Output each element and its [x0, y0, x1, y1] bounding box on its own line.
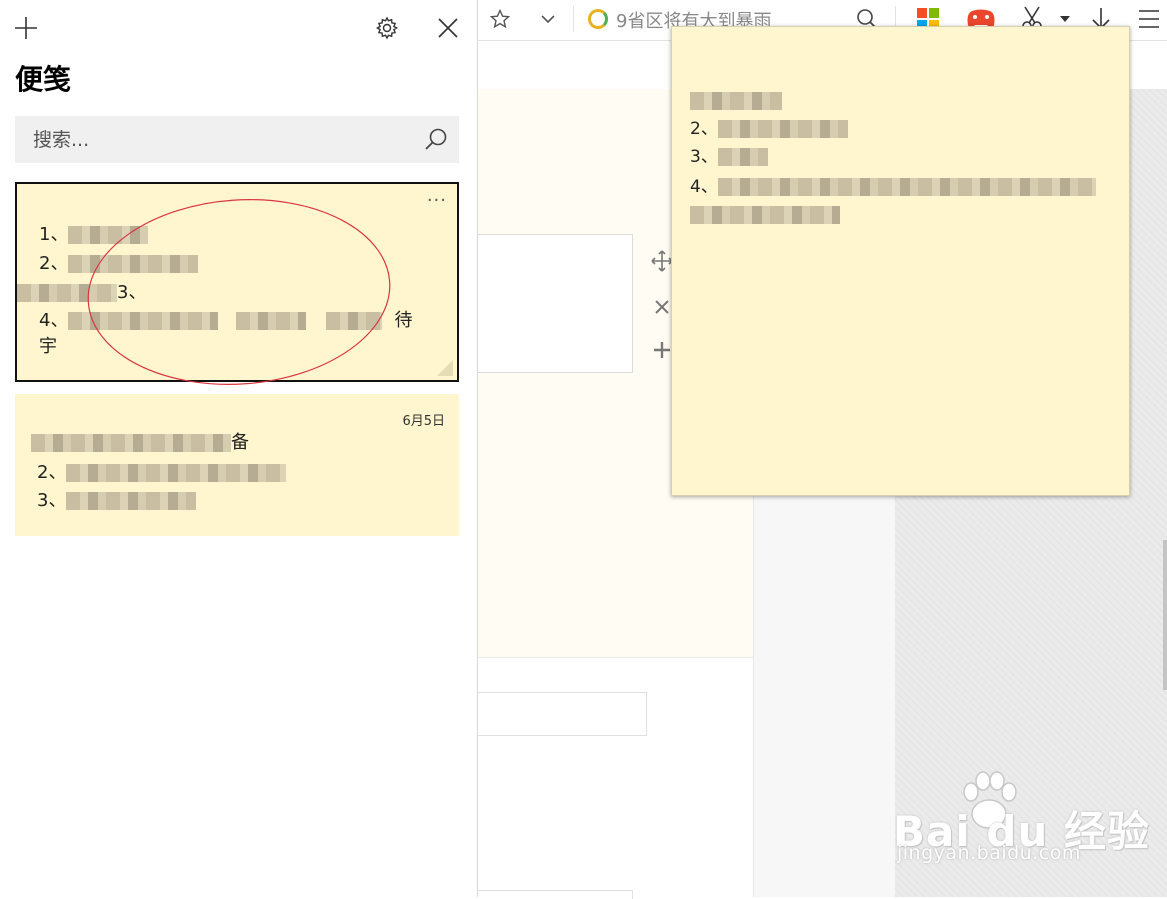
plus-icon[interactable]: [12, 14, 40, 42]
content-input[interactable]: [477, 692, 647, 736]
note-line: 2、: [37, 458, 287, 487]
watermark: Bai du 经验 jingyan.baidu.com: [893, 770, 1163, 870]
more-options-icon[interactable]: ···: [427, 192, 447, 210]
content-divider: [477, 657, 753, 658]
note-corner: [437, 360, 453, 376]
news-icon: [588, 9, 608, 29]
note-line: 3、: [690, 145, 768, 169]
sticky-note-card[interactable]: 6月5日 备 2、 3、: [15, 394, 459, 536]
content-card: [477, 890, 633, 899]
note-line: [690, 203, 840, 227]
search-input[interactable]: [15, 116, 433, 163]
gear-icon[interactable]: [372, 13, 402, 43]
close-icon[interactable]: [433, 13, 463, 43]
sticky-notes-panel: 便笺 ··· 1、 2、 3、 4、待 宇 6月5日 备 2、: [0, 0, 478, 897]
menu-icon[interactable]: [1137, 6, 1161, 32]
search-icon[interactable]: [423, 127, 449, 153]
search-bar: [15, 116, 459, 163]
annotation-circle: [87, 199, 391, 385]
move-icon[interactable]: [651, 250, 673, 278]
page-title: 便笺: [15, 63, 72, 96]
note-line: 4、: [690, 175, 1096, 199]
note-line: 宇: [39, 336, 57, 357]
delete-icon[interactable]: [651, 296, 673, 321]
chevron-down-icon[interactable]: [535, 6, 561, 32]
note-line: [690, 89, 782, 113]
content-card: [477, 234, 633, 373]
note-date: 6月5日: [402, 414, 445, 429]
scrollbar[interactable]: [1163, 540, 1167, 690]
note-line: 3、: [37, 486, 197, 515]
note-line: 2、: [690, 117, 848, 141]
note-line: 备: [31, 428, 249, 457]
add-icon[interactable]: [651, 340, 673, 366]
watermark-url: jingyan.baidu.com: [897, 842, 1081, 864]
floating-sticky-note[interactable]: 2、 3、 4、: [671, 26, 1130, 496]
star-icon[interactable]: [487, 6, 513, 32]
toolbar-divider: [573, 6, 574, 32]
